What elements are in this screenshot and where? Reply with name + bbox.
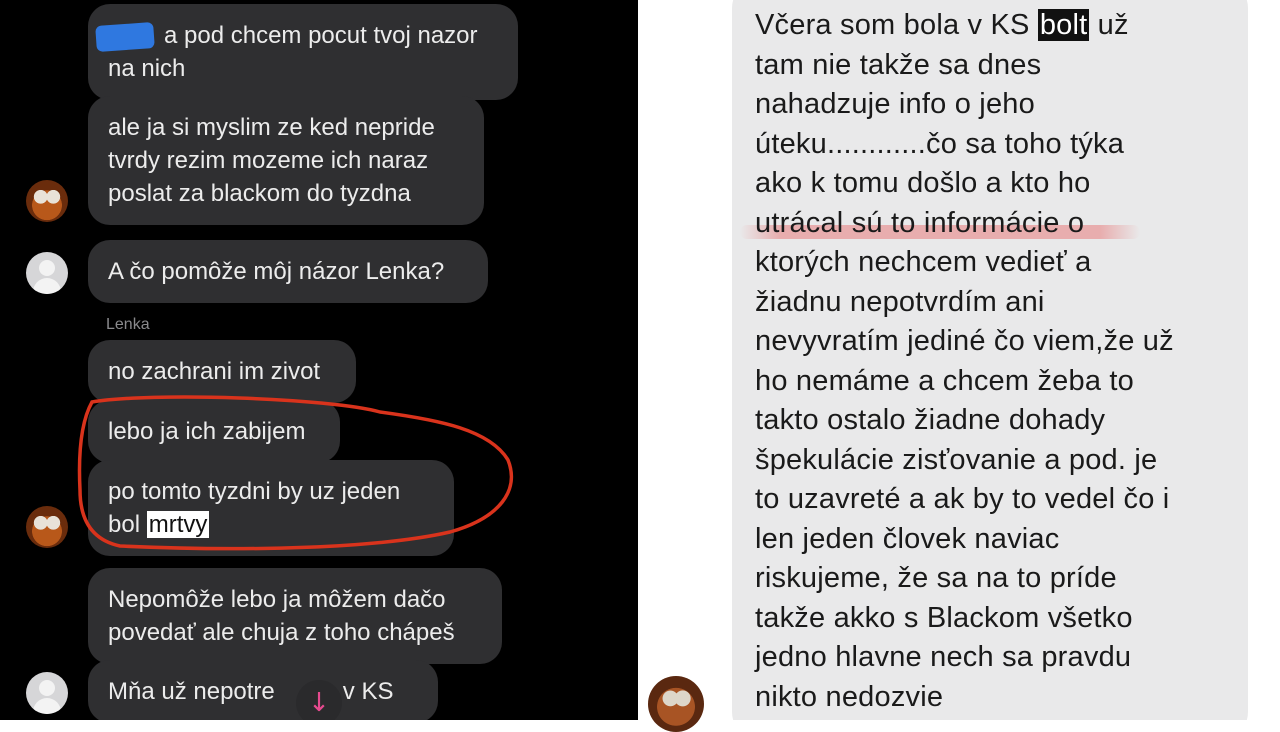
message-bubble: lebo ja ich zabijem [88, 400, 340, 463]
message-text-start: Včera som bola v KS [755, 9, 1038, 41]
message-bubble: Nepomôže lebo ja môžem dačo povedať ale … [88, 568, 502, 664]
sender-name: Lenka [106, 316, 150, 333]
message-bubble: Mňa už nepotre e v KS [88, 660, 438, 720]
highlighted-word: bolt [1037, 9, 1090, 41]
message-bubble: po tomto tyzdni by uz jeden bol mrtvy [88, 460, 454, 556]
message-bubble: A čo pomôže môj názor Lenka? [88, 240, 488, 303]
scroll-down-button[interactable]: ↓ [296, 680, 342, 720]
message-text: Včera som bola v KS bolt už tam nie takž… [755, 6, 1235, 717]
redaction-mark [95, 22, 155, 52]
avatar [26, 180, 68, 222]
avatar [648, 676, 704, 732]
message-text-cont: už [1089, 9, 1129, 41]
highlighted-word: mrtvy [146, 511, 210, 538]
message-bubble: a pod chcem pocut tvoj nazor na nich [88, 4, 518, 100]
avatar [26, 506, 68, 548]
message-bubble: ale ja si myslim ze ked nepride tvrdy re… [88, 96, 484, 225]
message-bubble: no zachrani im zivot [88, 340, 356, 403]
avatar-placeholder [26, 252, 68, 294]
arrow-down-icon: ↓ [308, 688, 330, 718]
message-body: tam nie takže sa dnes nahadzuje info o j… [755, 48, 1174, 713]
avatar-placeholder [26, 672, 68, 714]
left-chat-screenshot: a pod chcem pocut tvoj nazor na nich ale… [0, 0, 638, 720]
message-text: a pod chcem pocut tvoj nazor na nich [108, 22, 478, 82]
message-text: Mňa už nepotre [108, 678, 275, 705]
